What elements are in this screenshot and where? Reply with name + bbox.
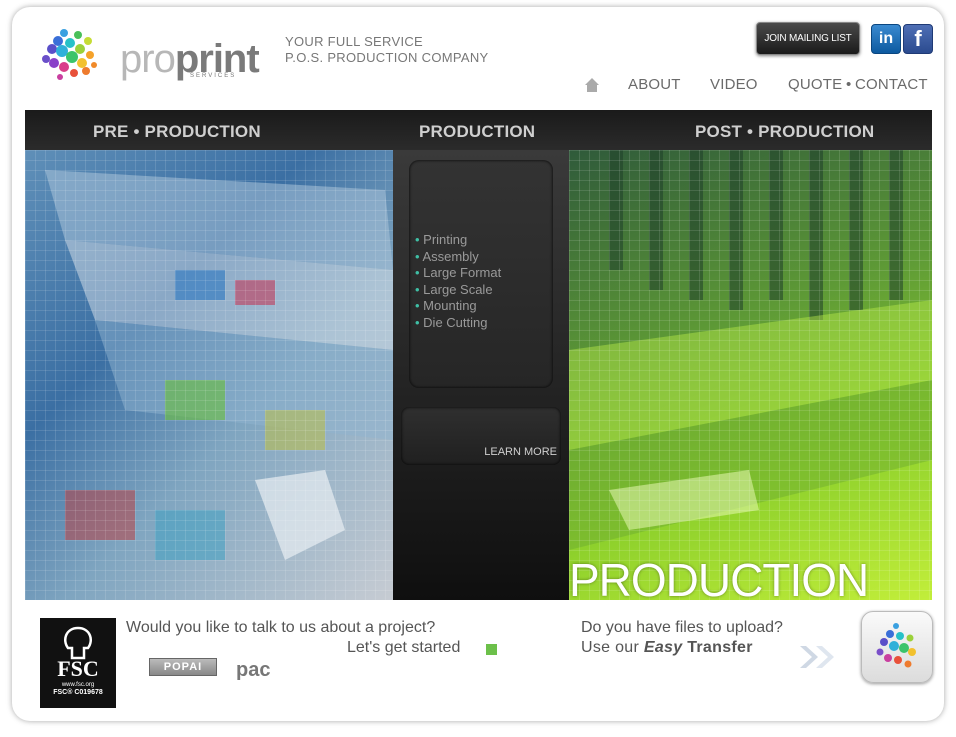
- nav-separator: •: [846, 76, 852, 93]
- popai-logo: POPAI: [149, 658, 217, 676]
- tab-production[interactable]: PRODUCTION: [419, 122, 535, 142]
- section-tab-strip: PRE • PRODUCTION PRODUCTION POST • PRODU…: [25, 110, 932, 150]
- logo-subtitle: SERVICES: [190, 73, 237, 79]
- service-item[interactable]: Large Scale: [415, 282, 501, 299]
- pac-logo: pac: [236, 659, 271, 681]
- service-item[interactable]: Mounting: [415, 298, 501, 315]
- post-production-image[interactable]: PRODUCTION: [569, 150, 932, 600]
- join-mailing-list-button[interactable]: JOIN MAILING LIST: [756, 22, 860, 55]
- learn-more-link[interactable]: LEARN MORE: [484, 446, 557, 458]
- get-started-square-icon[interactable]: [486, 644, 497, 655]
- upload-transfer: Transfer: [687, 639, 753, 656]
- tagline: YOUR FULL SERVICE P.O.S. PRODUCTION COMP…: [285, 34, 489, 66]
- fsc-code: FSC® C019678: [53, 689, 103, 696]
- hero-production-text: PRODUCTION: [569, 554, 869, 600]
- service-item[interactable]: Large Format: [415, 265, 501, 282]
- upload-prefix: Use our: [581, 639, 640, 656]
- services-list: Printing Assembly Large Format Large Sca…: [415, 232, 501, 331]
- fsc-tree-icon: [64, 626, 92, 660]
- production-panel: Printing Assembly Large Format Large Sca…: [393, 150, 569, 600]
- home-icon[interactable]: [584, 77, 600, 93]
- logo-dots-icon: [42, 29, 97, 80]
- proprint-logo[interactable]: proprint SERVICES: [32, 21, 260, 91]
- service-item[interactable]: Die Cutting: [415, 315, 501, 332]
- service-item[interactable]: Printing: [415, 232, 501, 249]
- service-item[interactable]: Assembly: [415, 249, 501, 266]
- page-frame: proprint SERVICES YOUR FULL SERVICE P.O.…: [12, 7, 944, 721]
- tab-post-production[interactable]: POST • PRODUCTION: [695, 122, 874, 142]
- nav-about[interactable]: ABOUT: [628, 76, 681, 93]
- tagline-line-2: P.O.S. PRODUCTION COMPANY: [285, 50, 489, 65]
- grid-overlay: [569, 150, 932, 600]
- nav-video[interactable]: VIDEO: [710, 76, 758, 93]
- nav-quote[interactable]: QUOTE: [788, 76, 842, 93]
- easy-transfer-app-icon[interactable]: [861, 611, 933, 683]
- logo-dots-icon: [876, 623, 916, 668]
- facebook-icon[interactable]: f: [903, 24, 933, 54]
- linkedin-icon[interactable]: in: [871, 24, 901, 54]
- tab-pre-production[interactable]: PRE • PRODUCTION: [93, 122, 261, 142]
- fsc-url: www.fsc.org: [61, 682, 95, 688]
- project-question: Would you like to talk to us about a pro…: [126, 619, 436, 636]
- easy-transfer-link[interactable]: Use our Easy Transfer: [581, 639, 753, 657]
- double-chevron-right-icon[interactable]: [796, 644, 840, 670]
- logo-pro: pro: [120, 37, 176, 81]
- grid-overlay: [25, 150, 393, 600]
- upload-easy: Easy: [643, 639, 683, 656]
- nav-contact[interactable]: CONTACT: [855, 76, 928, 93]
- pre-production-image[interactable]: [25, 150, 393, 600]
- fsc-badge[interactable]: FSC www.fsc.org FSC® C019678: [40, 618, 116, 708]
- get-started-link[interactable]: Let's get started: [347, 639, 460, 657]
- tagline-line-1: YOUR FULL SERVICE: [285, 34, 424, 49]
- upload-question: Do you have files to upload?: [581, 619, 783, 636]
